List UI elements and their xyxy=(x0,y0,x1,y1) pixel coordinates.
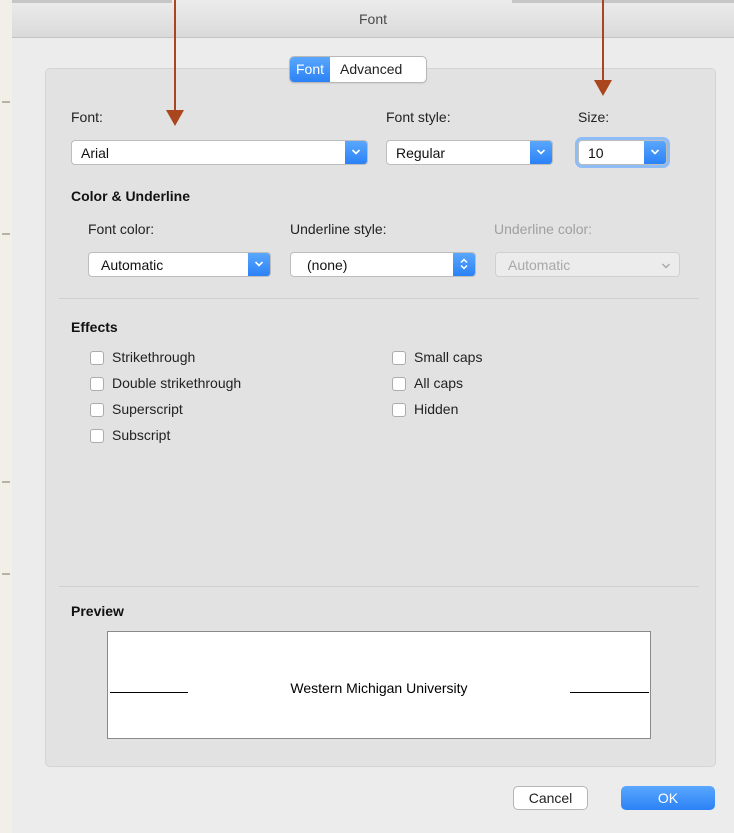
double-strikethrough-label: Double strikethrough xyxy=(112,375,242,391)
divider xyxy=(59,586,699,587)
preview-heading: Preview xyxy=(71,603,124,619)
tab-advanced[interactable]: Advanced xyxy=(330,57,426,82)
color-underline-heading: Color & Underline xyxy=(71,188,191,204)
chevron-down-icon[interactable] xyxy=(530,141,552,164)
underline-style-label: Underline style: xyxy=(290,221,387,237)
chevron-down-icon[interactable] xyxy=(248,253,270,276)
window-title: Font xyxy=(358,11,387,27)
size-combobox[interactable]: 10 xyxy=(578,140,667,165)
size-value: 10 xyxy=(588,145,604,161)
title-bar-edge xyxy=(12,0,172,3)
chevron-down-icon[interactable] xyxy=(345,141,367,164)
font-style-value: Regular xyxy=(396,145,446,161)
underline-color-label: Underline color: xyxy=(494,221,593,237)
font-color-popup[interactable]: Automatic xyxy=(88,252,271,277)
font-combobox[interactable]: Arial xyxy=(71,140,368,165)
checkbox-box[interactable] xyxy=(90,377,104,391)
font-style-combobox[interactable]: Regular xyxy=(386,140,553,165)
background-mark xyxy=(2,233,10,235)
checkbox-box[interactable] xyxy=(90,429,104,443)
annotation-arrow-icon xyxy=(594,0,612,96)
checkbox-box[interactable] xyxy=(392,403,406,417)
chevron-down-icon[interactable] xyxy=(644,141,666,164)
font-style-label: Font style: xyxy=(386,109,451,125)
small-caps-label: Small caps xyxy=(414,349,483,365)
ok-button[interactable]: OK xyxy=(621,786,715,810)
size-label: Size: xyxy=(578,109,610,125)
preview-box: Western Michigan University xyxy=(107,631,651,739)
font-value: Arial xyxy=(81,145,110,161)
divider xyxy=(59,298,699,299)
checkbox-box[interactable] xyxy=(392,377,406,391)
title-bar-edge xyxy=(512,0,734,3)
font-dialog: Font Font Advanced Font: Font style: Siz… xyxy=(12,0,734,833)
annotation-arrow-icon xyxy=(166,0,184,126)
font-color-value: Automatic xyxy=(101,257,164,273)
checkbox-box[interactable] xyxy=(392,351,406,365)
underline-color-popup: Automatic xyxy=(495,252,680,277)
hidden-label: Hidden xyxy=(414,401,459,417)
strikethrough-label: Strikethrough xyxy=(112,349,196,365)
underline-color-value: Automatic xyxy=(508,257,571,273)
underline-style-value: (none) xyxy=(307,257,348,273)
preview-underline-right xyxy=(570,692,649,693)
superscript-label: Superscript xyxy=(112,401,183,417)
checkbox-box[interactable] xyxy=(90,351,104,365)
chevron-down-icon xyxy=(662,263,670,269)
cancel-button[interactable]: Cancel xyxy=(513,786,588,810)
background-mark xyxy=(2,101,10,103)
effects-heading: Effects xyxy=(71,319,118,335)
tab-font[interactable]: Font xyxy=(290,57,330,82)
all-caps-label: All caps xyxy=(414,375,464,391)
subscript-label: Subscript xyxy=(112,427,171,443)
background-mark xyxy=(2,573,10,575)
title-bar[interactable]: Font xyxy=(12,0,734,38)
font-color-label: Font color: xyxy=(88,221,155,237)
background-mark xyxy=(2,481,10,483)
preview-text: Western Michigan University xyxy=(290,680,468,696)
font-label: Font: xyxy=(71,109,103,125)
tab-switcher: Font Advanced xyxy=(289,56,427,83)
checkbox-box[interactable] xyxy=(90,403,104,417)
underline-style-popup[interactable]: (none) xyxy=(290,252,476,277)
up-down-chevron-icon[interactable] xyxy=(453,253,475,276)
